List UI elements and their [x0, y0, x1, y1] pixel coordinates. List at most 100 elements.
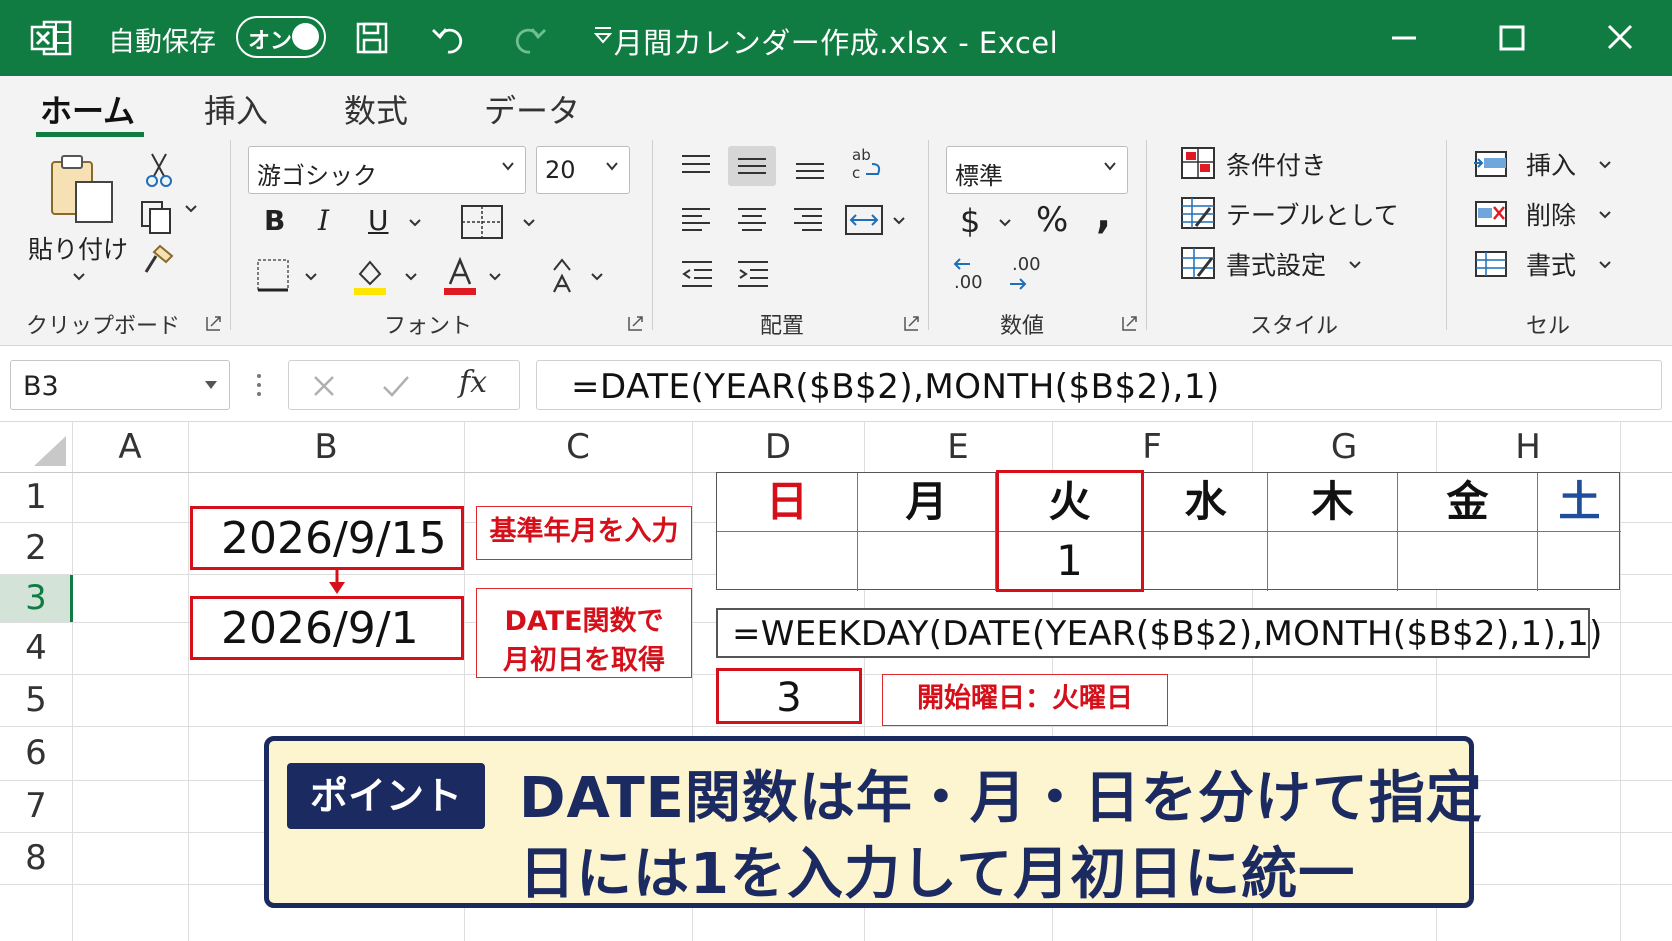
font-size-adjust-chevron-icon[interactable] [590, 272, 604, 282]
arrow-left-icon [953, 258, 970, 270]
row-header-2[interactable]: 2 [0, 523, 72, 574]
comma-button[interactable]: , [1096, 192, 1111, 238]
merge-center-icon[interactable] [844, 202, 884, 238]
minimize-icon[interactable] [1376, 14, 1432, 62]
format-as-table-icon[interactable] [1180, 196, 1216, 230]
decrease-indent-icon[interactable] [680, 258, 714, 290]
cell-b3[interactable]: 2026/9/1 [190, 596, 464, 660]
cell-b2[interactable]: 2026/9/15 [190, 506, 464, 570]
align-top-icon[interactable] [680, 150, 712, 180]
insert-function-button[interactable]: fx [459, 365, 487, 400]
italic-button[interactable]: I [318, 204, 329, 237]
column-header-c[interactable]: C [465, 422, 691, 472]
alignment-launcher-icon[interactable] [904, 316, 919, 331]
maximize-icon[interactable] [1484, 14, 1540, 62]
row-header-7[interactable]: 7 [0, 781, 72, 832]
format-painter-icon[interactable] [140, 242, 176, 278]
more-options-icon[interactable] [254, 370, 264, 400]
font-color-icon[interactable] [442, 256, 478, 296]
merge-chevron-icon[interactable] [892, 216, 906, 226]
column-header-b[interactable]: B [189, 422, 463, 472]
format-cells-label[interactable]: 書式 [1526, 246, 1576, 282]
format-as-table-label[interactable]: テーブルとして [1226, 196, 1399, 232]
select-all-corner[interactable] [0, 422, 72, 472]
weekday-formula-text: =WEEKDAY(DATE(YEAR($B$2),MONTH($B$2),1),… [732, 614, 1603, 654]
fill-color-chevron-icon[interactable] [404, 272, 418, 282]
increase-decimal-button[interactable]: .00 [952, 254, 992, 298]
cell-styles-label[interactable]: 書式設定 [1226, 246, 1326, 282]
column-header-g[interactable]: G [1253, 422, 1435, 472]
decrease-decimal-button[interactable]: .00 [1008, 254, 1048, 298]
increase-indent-icon[interactable] [736, 258, 770, 290]
cell-borders-chevron-icon[interactable] [304, 272, 318, 282]
row-header-1[interactable]: 1 [0, 473, 72, 522]
tab-insert[interactable]: 挿入 [204, 86, 268, 132]
delete-cells-icon[interactable] [1472, 198, 1508, 230]
column-header-e[interactable]: E [865, 422, 1051, 472]
paste-icon[interactable] [46, 152, 118, 226]
tab-home[interactable]: ホーム [40, 86, 135, 132]
delete-cells-label[interactable]: 削除 [1526, 196, 1576, 232]
column-header-a[interactable]: A [73, 422, 187, 472]
number-format-dropdown[interactable]: 標準 [946, 146, 1128, 194]
underline-chevron-icon[interactable] [408, 218, 422, 228]
enter-check-icon[interactable] [381, 373, 411, 399]
delete-chevron-icon[interactable] [1598, 210, 1612, 220]
currency-chevron-icon[interactable] [998, 218, 1012, 228]
paste-chevron-icon[interactable] [72, 272, 86, 282]
currency-button[interactable]: $ [960, 202, 980, 240]
close-icon[interactable] [1592, 14, 1648, 62]
percent-button[interactable]: % [1036, 200, 1068, 240]
chevron-down-icon [205, 381, 217, 389]
font-size-adjust-icon[interactable] [548, 256, 578, 296]
excel-window: { "titlebar": { "autosave_label": "自動保存"… [0, 0, 1672, 941]
font-color-chevron-icon[interactable] [488, 272, 502, 282]
cell-styles-icon[interactable] [1180, 246, 1216, 280]
borders-chevron-icon[interactable] [522, 218, 536, 228]
paste-label[interactable]: 貼り付け [28, 230, 128, 266]
tab-formulas[interactable]: 数式 [344, 86, 408, 132]
copy-chevron-icon[interactable] [184, 204, 198, 214]
weekday-result-cell[interactable]: 3 [716, 668, 862, 724]
row-header-3[interactable]: 3 [0, 575, 72, 622]
row-header-8[interactable]: 8 [0, 833, 72, 884]
title-bar: 自動保存 オン 月間カレンダー作成.xlsx - Excel [0, 0, 1672, 76]
row-header-6[interactable]: 6 [0, 727, 72, 780]
insert-cells-label[interactable]: 挿入 [1526, 146, 1576, 182]
align-left-icon[interactable] [680, 204, 712, 236]
insert-cells-icon[interactable] [1472, 148, 1508, 180]
name-box[interactable]: B3 [10, 360, 230, 410]
copy-icon[interactable] [138, 198, 176, 236]
cancel-icon[interactable] [311, 373, 337, 399]
conditional-formatting-label[interactable]: 条件付き [1226, 146, 1326, 182]
font-size-dropdown[interactable]: 20 [536, 146, 630, 194]
format-cells-icon[interactable] [1472, 248, 1508, 280]
align-center-icon[interactable] [736, 204, 768, 236]
row-header-4[interactable]: 4 [0, 623, 72, 674]
cell-styles-chevron-icon[interactable] [1348, 260, 1362, 270]
group-separator [928, 140, 929, 330]
align-right-icon[interactable] [792, 204, 824, 236]
tab-data[interactable]: データ [484, 86, 580, 132]
borders-icon[interactable] [460, 204, 504, 240]
cell-borders-icon[interactable] [256, 258, 290, 292]
format-chevron-icon[interactable] [1598, 260, 1612, 270]
conditional-formatting-icon[interactable] [1180, 146, 1216, 180]
fill-color-icon[interactable] [352, 256, 388, 296]
align-middle-button[interactable] [728, 146, 776, 186]
underline-button[interactable]: U [368, 204, 389, 237]
cut-icon[interactable] [142, 150, 176, 190]
align-bottom-icon[interactable] [794, 152, 826, 182]
font-launcher-icon[interactable] [628, 316, 643, 331]
number-launcher-icon[interactable] [1122, 316, 1137, 331]
formula-input[interactable]: =DATE(YEAR($B$2),MONTH($B$2),1) [536, 360, 1662, 410]
row-header-5[interactable]: 5 [0, 675, 72, 726]
column-header-d[interactable]: D [693, 422, 863, 472]
insert-chevron-icon[interactable] [1598, 160, 1612, 170]
column-header-h[interactable]: H [1437, 422, 1619, 472]
bold-button[interactable]: B [264, 204, 285, 237]
font-name-dropdown[interactable]: 游ゴシック [248, 146, 526, 194]
wrap-text-icon[interactable]: ab c [848, 144, 884, 184]
column-header-f[interactable]: F [1053, 422, 1251, 472]
clipboard-launcher-icon[interactable] [206, 316, 221, 331]
